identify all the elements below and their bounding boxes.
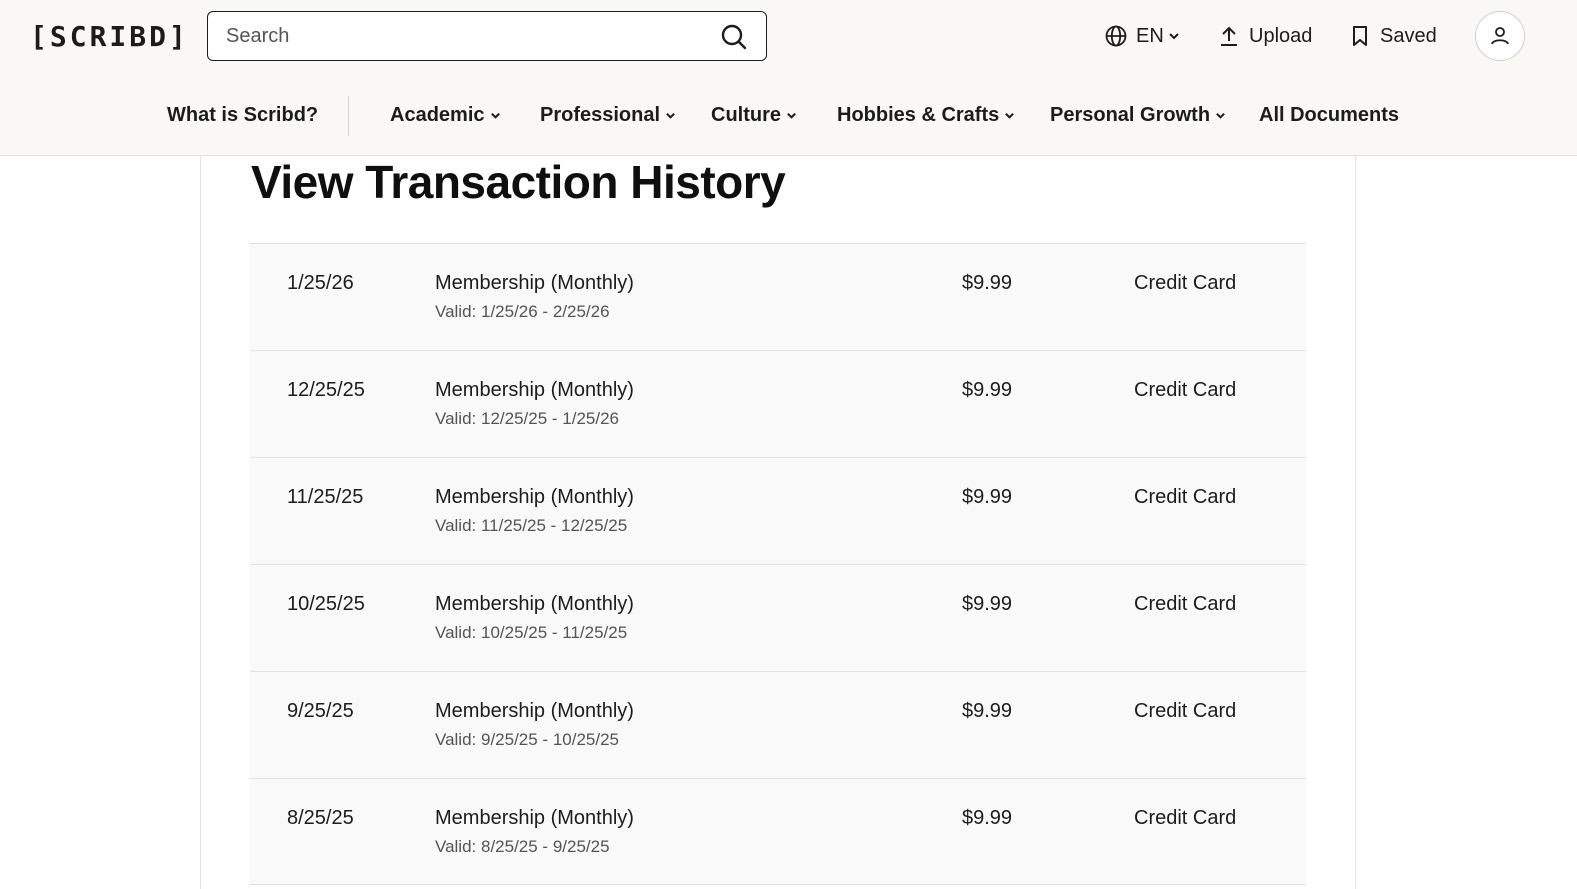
nav-item-label: Professional [540,103,661,126]
transaction-validity: Valid: 12/25/25 - 1/25/26 [435,409,619,428]
upload-button[interactable]: Upload [1217,14,1312,58]
table-row: 11/25/25 Membership (Monthly) Valid: 11/… [250,457,1306,564]
account-button[interactable] [1475,11,1525,61]
nav-item-all-documents[interactable]: All Documents [1259,92,1399,138]
top-bar: [SCRIBD] EN Uplo [0,0,1577,74]
saved-button[interactable]: Saved [1349,14,1437,58]
category-nav: What is Scribd? Academic Professional Cu… [0,92,1577,138]
table-row: 10/25/25 Membership (Monthly) Valid: 10/… [250,564,1306,671]
chevron-down-icon [1169,33,1179,40]
transaction-list: 1/25/26 Membership (Monthly) Valid: 1/25… [250,243,1306,885]
transaction-validity: Valid: 8/25/25 - 9/25/25 [435,837,610,856]
transaction-description: Membership (Monthly) [435,700,634,722]
table-row: 1/25/26 Membership (Monthly) Valid: 1/25… [250,243,1306,350]
payment-method: Credit Card [1134,593,1237,615]
payment-method: Credit Card [1134,807,1237,829]
transaction-date: 1/25/26 [287,272,354,294]
transaction-date: 9/25/25 [287,700,354,722]
nav-item-label: Personal Growth [1050,103,1211,126]
transaction-amount: $9.99 [962,486,1013,508]
transaction-description: Membership (Monthly) [435,593,634,615]
upload-label: Upload [1249,24,1313,47]
payment-method: Credit Card [1134,379,1237,401]
page-title: View Transaction History [251,156,786,208]
nav-item-what-is-scribd[interactable]: What is Scribd? [167,92,318,138]
transaction-description: Membership (Monthly) [435,807,634,829]
nav-divider [348,96,349,136]
nav-item-label: Hobbies & Crafts [837,103,1000,126]
table-row: 9/25/25 Membership (Monthly) Valid: 9/25… [250,671,1306,778]
upload-icon [1221,26,1237,46]
chevron-down-icon [1216,112,1225,119]
language-label: EN [1136,24,1164,47]
nav-item-label: Culture [711,103,781,126]
transaction-amount: $9.99 [962,700,1013,722]
scribd-logo[interactable]: [SCRIBD] [30,17,189,57]
nav-item-label: All Documents [1259,103,1400,126]
chevron-down-icon [787,112,796,119]
globe-icon [1105,25,1127,47]
bookmark-icon [1353,26,1367,46]
transaction-amount: $9.99 [962,807,1013,829]
transaction-amount: $9.99 [962,593,1013,615]
nav-item-hobbies-crafts[interactable]: Hobbies & Crafts [837,92,1015,138]
language-selector[interactable]: EN [1104,14,1180,58]
transaction-date: 12/25/25 [287,379,365,401]
search-icon[interactable] [720,23,748,51]
payment-method: Credit Card [1134,272,1237,294]
payment-method: Credit Card [1134,486,1237,508]
transaction-amount: $9.99 [962,379,1013,401]
transaction-amount: $9.99 [962,272,1013,294]
transaction-description: Membership (Monthly) [435,486,634,508]
site-header: [SCRIBD] EN Uplo [0,0,1577,156]
transaction-validity: Valid: 11/25/25 - 12/25/25 [435,516,628,535]
user-icon [1491,27,1509,45]
nav-item-label: Academic [390,103,485,126]
transaction-validity: Valid: 9/25/25 - 10/25/25 [435,730,619,749]
table-row: 8/25/25 Membership (Monthly) Valid: 8/25… [250,778,1306,885]
chevron-down-icon [490,112,500,119]
transaction-validity: Valid: 1/25/26 - 2/25/26 [435,302,610,321]
table-row: 12/25/25 Membership (Monthly) Valid: 12/… [250,350,1306,457]
chevron-down-icon [666,112,675,119]
nav-item-academic[interactable]: Academic [390,92,501,138]
transaction-validity: Valid: 10/25/25 - 11/25/25 [435,623,628,642]
payment-method: Credit Card [1134,700,1237,722]
chevron-down-icon [1005,112,1015,119]
transaction-date: 11/25/25 [287,486,364,508]
nav-item-culture[interactable]: Culture [711,92,797,138]
transaction-description: Membership (Monthly) [435,272,634,294]
transaction-date: 10/25/25 [287,593,365,615]
nav-item-professional[interactable]: Professional [540,92,676,138]
search-input[interactable] [226,12,706,60]
search-box[interactable] [207,11,767,61]
saved-label: Saved [1380,24,1437,47]
nav-item-personal-growth[interactable]: Personal Growth [1050,92,1226,138]
transaction-date: 8/25/25 [287,807,354,829]
transaction-description: Membership (Monthly) [435,379,634,401]
nav-item-label: What is Scribd? [167,103,319,126]
